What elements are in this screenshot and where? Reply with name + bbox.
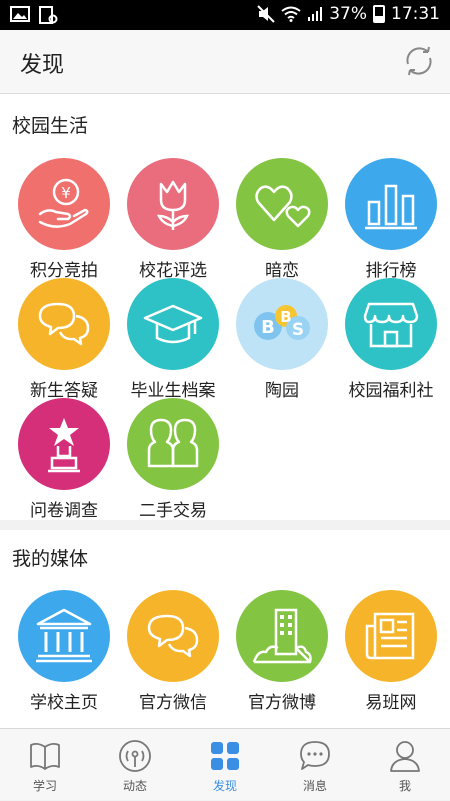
clock: 17:31 [391,4,440,24]
hearts-icon [255,185,311,228]
svg-text:S: S [292,320,304,340]
tile-bbs[interactable]: B B S 陶园 [227,278,337,401]
nav-item-study[interactable]: 学习 [0,729,90,801]
section-title: 我的媒体 [12,548,89,570]
signal-icon [308,7,323,21]
mute-icon [257,5,275,23]
sim-settings-icon [39,6,58,24]
message-icon [300,741,330,770]
app-header: 发现 [0,30,450,94]
tile-label: 校园福利社 [348,381,434,401]
nav-label: 发现 [212,779,237,793]
tile-official-weibo[interactable]: 官方微博 [227,590,337,713]
tile-label: 二手交易 [139,501,207,521]
section-title: 校园生活 [12,115,89,137]
tile-second-hand[interactable]: 二手交易 [118,398,228,521]
bbs-icon: B B S [254,305,310,340]
school-building-icon [36,608,92,663]
tile-official-wechat[interactable]: 官方微信 [118,590,228,713]
tile-leaderboard[interactable]: 排行榜 [336,158,446,281]
tile-label: 学校主页 [30,693,98,713]
bottom-nav: 学习 动态 发现 消息 我 [0,728,450,800]
book-icon [30,742,60,770]
tile-crush[interactable]: 暗恋 [227,158,337,281]
chat-bubbles-icon [147,614,199,658]
wifi-icon [281,6,301,22]
refresh-icon[interactable] [402,44,436,78]
people-icon [147,418,199,468]
nav-label: 动态 [122,779,147,793]
tile-points-auction[interactable]: ¥ 积分竞拍 [9,158,119,281]
broadcast-icon [119,740,151,772]
city-building-icon [252,608,312,664]
nav-item-discover[interactable]: 发现 [180,729,270,801]
tile-school-home[interactable]: 学校主页 [9,590,119,713]
tile-campus-welfare[interactable]: 校园福利社 [336,278,446,401]
page-title: 发现 [20,53,65,78]
user-icon [390,741,420,772]
nav-item-messages[interactable]: 消息 [270,729,360,801]
nav-label: 消息 [302,779,327,793]
bar-chart-icon [365,184,417,230]
battery-percent: 37% [329,4,367,24]
section-my-media: 我的媒体 学校主页 官方微信 官方微博 易班网 [0,530,450,728]
nav-label: 我 [398,779,411,793]
discover-content[interactable]: 校园生活 ¥ 积分竞拍 校花评选 暗恋 排行榜 新生答疑 毕业生档案 B B S… [0,94,450,728]
image-icon [10,6,30,22]
tulip-icon [156,180,190,230]
tile-freshman-qa[interactable]: 新生答疑 [9,278,119,401]
tile-label: 陶园 [265,381,299,401]
section-campus-life: 校园生活 ¥ 积分竞拍 校花评选 暗恋 排行榜 新生答疑 毕业生档案 B B S… [0,94,450,521]
hand-coin-icon: ¥ [38,178,89,228]
svg-text:B: B [261,317,275,338]
trophy-star-icon [48,418,80,473]
tile-label: 易班网 [365,693,417,713]
tile-yiban[interactable]: 易班网 [336,590,446,713]
nav-item-feed[interactable]: 动态 [90,729,180,801]
nav-item-me[interactable]: 我 [360,729,450,801]
svg-text:¥: ¥ [61,184,71,202]
tile-campus-beauty[interactable]: 校花评选 [118,158,228,281]
newspaper-icon [365,612,415,660]
tile-graduate-archive[interactable]: 毕业生档案 [118,278,228,401]
status-bar: 37% 17:31 [0,0,450,30]
tile-label: 问卷调查 [30,501,98,521]
svg-text:B: B [280,308,291,326]
battery-icon [373,5,385,23]
nav-label: 学习 [32,779,57,793]
graduation-cap-icon [143,304,203,344]
grid-icon [211,742,239,770]
tile-label: 官方微博 [248,693,316,713]
tile-label: 官方微信 [139,693,207,713]
shop-icon [363,302,419,348]
chat-bubbles-icon [38,302,90,346]
tile-survey[interactable]: 问卷调查 [9,398,119,521]
